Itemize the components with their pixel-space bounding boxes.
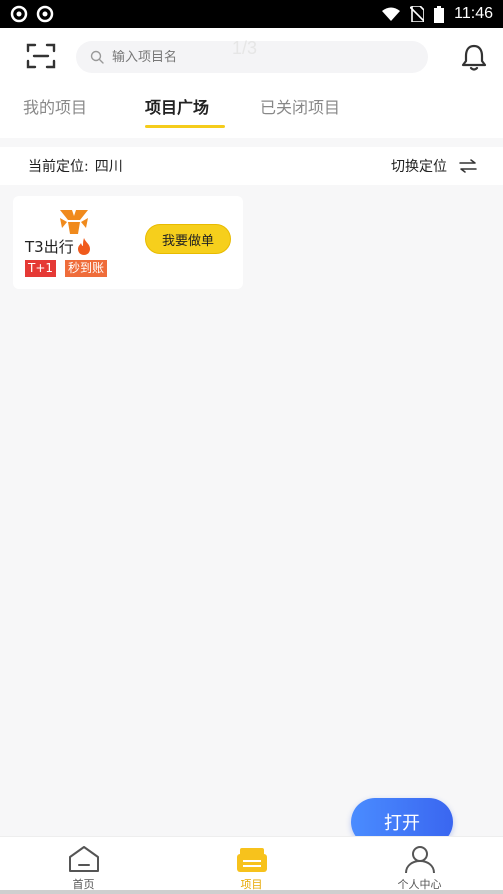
tag-t-plus-1: T+1	[25, 260, 57, 277]
search-input[interactable]	[112, 49, 412, 65]
switch-location-button[interactable]: 切换定位	[391, 156, 477, 176]
active-tab-indicator	[145, 125, 225, 128]
page-indicator: 1/3	[232, 38, 258, 58]
location-label: 当前定位:	[28, 159, 89, 175]
wifi-icon	[382, 7, 401, 21]
bell-icon	[461, 44, 487, 71]
app-notification-icon	[10, 5, 28, 23]
tag-instant-payout: 秒到账	[65, 260, 108, 277]
profile-icon	[404, 846, 435, 874]
status-left	[10, 5, 54, 23]
nav-profile[interactable]: 个人中心	[336, 837, 503, 894]
t3-logo-icon	[60, 210, 88, 234]
project-title: T3出行	[25, 236, 91, 257]
project-card[interactable]: T3出行 T+1 秒到账 我要做单	[13, 196, 243, 289]
status-time: 11:46	[454, 5, 493, 22]
header: 1/3 我的项目 项目广场 已关闭项目	[0, 28, 503, 138]
status-bar: 11:46	[0, 0, 503, 28]
nav-home[interactable]: 首页	[0, 837, 167, 894]
nav-bottom-divider	[0, 890, 503, 894]
fire-icon	[77, 238, 90, 255]
home-icon	[68, 846, 99, 872]
app-notification-icon	[36, 5, 54, 23]
status-right: 11:46	[382, 5, 493, 23]
tab-closed-projects[interactable]: 已关闭项目	[260, 94, 340, 118]
switch-location-label: 切换定位	[391, 159, 447, 175]
scan-button[interactable]	[25, 42, 57, 70]
t3-logo	[58, 208, 90, 236]
battery-icon	[434, 5, 445, 23]
scan-icon	[26, 43, 56, 69]
bottom-nav: 首页 项目 个人中心	[0, 836, 503, 894]
tab-project-square[interactable]: 项目广场	[145, 94, 209, 118]
place-order-button[interactable]: 我要做单	[145, 224, 231, 254]
current-location: 当前定位: 四川	[28, 156, 123, 176]
project-name: T3出行	[25, 238, 74, 256]
no-sim-icon	[410, 6, 425, 22]
notification-button[interactable]	[460, 42, 488, 72]
tab-my-projects[interactable]: 我的项目	[23, 94, 87, 118]
nav-project[interactable]: 项目	[168, 837, 335, 894]
location-value: 四川	[94, 159, 123, 175]
switch-arrows-icon	[459, 159, 477, 173]
search-icon	[90, 50, 104, 64]
project-icon	[236, 848, 267, 872]
location-bar: 当前定位: 四川 切换定位	[0, 147, 503, 185]
tab-bar: 我的项目 项目广场 已关闭项目	[0, 92, 503, 132]
